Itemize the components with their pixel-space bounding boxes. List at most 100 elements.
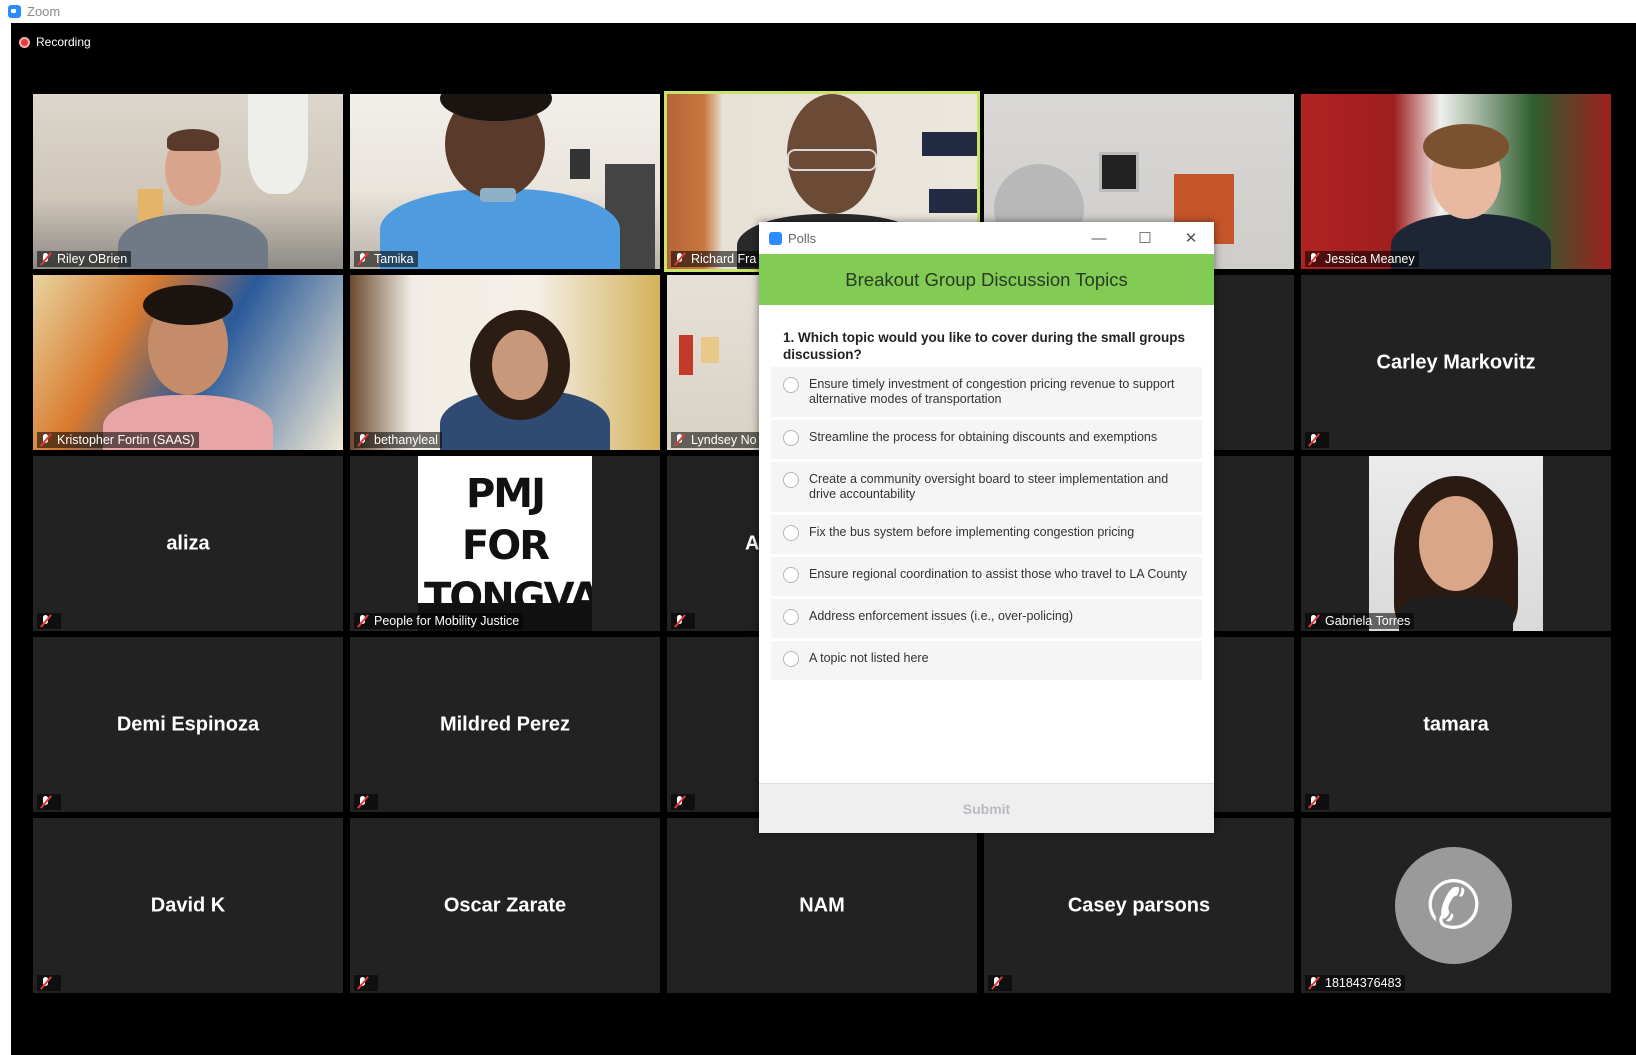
participant-name-label: Richard Fra	[671, 251, 761, 267]
poll-option-label: Ensure timely investment of congestion p…	[809, 377, 1175, 406]
poll-option[interactable]: Ensure timely investment of congestion p…	[771, 367, 1202, 420]
close-icon[interactable]: ✕	[1168, 222, 1214, 254]
participant-tile[interactable]: aliza	[33, 456, 343, 631]
participant-video	[1301, 94, 1611, 269]
poll-option-label: Create a community oversight board to st…	[809, 472, 1169, 501]
participant-tile[interactable]: Mildred Perez	[350, 637, 660, 812]
polls-window-title: Polls	[788, 230, 817, 246]
zoom-logo-icon	[769, 231, 782, 245]
poll-footer: Submit	[759, 783, 1214, 833]
participant-display-name: Carley Markovitz	[1376, 351, 1536, 373]
participant-tile[interactable]: bethanyleal	[350, 275, 660, 450]
poll-option-label: Streamline the process for obtaining dis…	[809, 430, 1158, 444]
muted-mic-icon	[1307, 433, 1321, 447]
poll-option[interactable]: Address enforcement issues (i.e., over-p…	[771, 599, 1202, 641]
participant-tile[interactable]: Demi Espinoza	[33, 637, 343, 812]
participant-display-name: Casey parsons	[1067, 894, 1211, 916]
participant-display-name: aliza	[166, 532, 210, 554]
participant-tile[interactable]: David K	[33, 818, 343, 993]
participant-name-label: bethanyleal	[354, 432, 442, 448]
participant-name: 18184376483	[1325, 976, 1402, 990]
profile-picture: PMJ FOR TONGVA	[418, 456, 592, 631]
participant-name: Richard Fra	[691, 252, 757, 266]
muted-mic-icon	[673, 795, 687, 809]
participant-name-label: People for Mobility Justice	[354, 613, 524, 629]
participant-name-label: Tamika	[354, 251, 418, 267]
poll-option-label: Address enforcement issues (i.e., over-p…	[809, 609, 1074, 623]
participant-name-label	[1305, 794, 1329, 810]
poll-option-label: Ensure regional coordination to assist t…	[809, 567, 1187, 581]
participant-video	[33, 275, 343, 450]
muted-mic-icon	[673, 614, 687, 628]
participant-name: Kristopher Fortin (SAAS)	[57, 433, 195, 447]
phone-muted-icon	[990, 976, 1004, 990]
muted-mic-icon	[1307, 252, 1321, 266]
submit-button[interactable]: Submit	[963, 801, 1010, 817]
radio-button[interactable]	[783, 609, 799, 625]
muted-mic-icon	[39, 614, 53, 628]
participant-tile[interactable]: NAM	[667, 818, 977, 993]
participant-name-label	[354, 975, 378, 991]
muted-mic-icon	[1307, 614, 1321, 628]
recording-indicator[interactable]: Recording	[19, 35, 91, 49]
participant-tile[interactable]: Gabriela Torres	[1301, 456, 1611, 631]
participant-name: People for Mobility Justice	[374, 614, 520, 628]
participant-name-label	[37, 975, 61, 991]
participant-tile[interactable]: Tamika	[350, 94, 660, 269]
participant-tile[interactable]: Carley Markovitz	[1301, 275, 1611, 450]
participant-tile[interactable]: Oscar Zarate	[350, 818, 660, 993]
poll-option[interactable]: Ensure regional coordination to assist t…	[771, 557, 1202, 599]
radio-button[interactable]	[783, 651, 799, 667]
radio-button[interactable]	[783, 472, 799, 488]
participant-name-label: Gabriela Torres	[1305, 613, 1415, 629]
profile-picture-text: PMJ FOR TONGVA	[424, 471, 592, 621]
muted-mic-icon	[673, 252, 687, 266]
app-title: Zoom	[27, 4, 61, 19]
participant-tile[interactable]: PMJ FOR TONGVA People for Mobility Justi…	[350, 456, 660, 631]
zoom-logo-icon	[8, 5, 21, 18]
poll-option-label: A topic not listed here	[809, 651, 929, 665]
muted-mic-icon	[39, 976, 53, 990]
poll-title: Breakout Group Discussion Topics	[759, 254, 1214, 305]
minimize-icon[interactable]: —	[1076, 222, 1122, 254]
participant-name-label: Riley OBrien	[37, 251, 132, 267]
radio-button[interactable]	[783, 567, 799, 583]
participant-video	[350, 275, 660, 450]
participant-name-label	[37, 794, 61, 810]
participant-tile[interactable]: Kristopher Fortin (SAAS)	[33, 275, 343, 450]
radio-button[interactable]	[783, 430, 799, 446]
participant-name-label	[671, 794, 695, 810]
participant-name-label: Jessica Meaney	[1305, 251, 1419, 267]
participant-name-label	[988, 975, 1012, 991]
poll-option[interactable]: Create a community oversight board to st…	[771, 462, 1202, 515]
participant-display-name: tamara	[1423, 713, 1489, 735]
poll-option[interactable]: A topic not listed here	[771, 641, 1202, 683]
muted-mic-icon	[39, 795, 53, 809]
recording-dot-icon	[19, 36, 30, 48]
muted-mic-icon	[1307, 795, 1321, 809]
radio-button[interactable]	[783, 525, 799, 541]
poll-option[interactable]: Streamline the process for obtaining dis…	[771, 420, 1202, 462]
polls-window: Polls — ☐ ✕ Breakout Group Discussion To…	[759, 222, 1214, 833]
participant-name-label: 18184376483	[1305, 975, 1406, 991]
participant-name-label	[354, 794, 378, 810]
participant-display-name: NAM	[799, 894, 845, 916]
poll-option[interactable]: Fix the bus system before implementing c…	[771, 515, 1202, 557]
muted-mic-icon	[673, 433, 687, 447]
participant-tile[interactable]: ✆ 18184376483	[1301, 818, 1611, 993]
muted-mic-icon	[356, 433, 370, 447]
muted-mic-icon	[356, 614, 370, 628]
participant-display-name: Oscar Zarate	[443, 894, 567, 916]
participant-video	[350, 94, 660, 269]
participant-name: bethanyleal	[374, 433, 438, 447]
participant-name: Riley OBrien	[57, 252, 128, 266]
maximize-icon[interactable]: ☐	[1122, 222, 1168, 254]
radio-button[interactable]	[783, 377, 799, 393]
participant-tile[interactable]: tamara	[1301, 637, 1611, 812]
muted-mic-icon	[356, 252, 370, 266]
participant-tile[interactable]: Casey parsons	[984, 818, 1294, 993]
app-titlebar: Zoom	[0, 0, 1636, 23]
poll-options-list: Ensure timely investment of congestion p…	[771, 367, 1202, 683]
participant-tile[interactable]: Riley OBrien	[33, 94, 343, 269]
participant-tile[interactable]: Jessica Meaney	[1301, 94, 1611, 269]
